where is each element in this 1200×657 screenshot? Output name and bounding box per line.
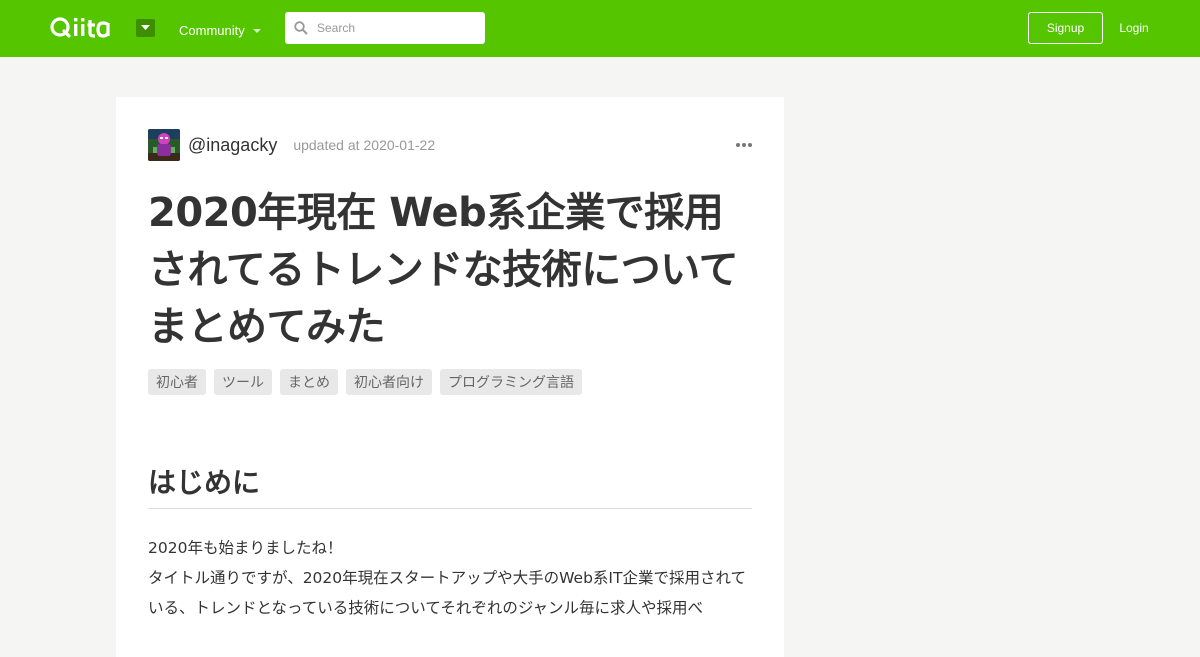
author-username[interactable]: @inagacky <box>188 135 277 156</box>
login-link[interactable]: Login <box>1108 12 1160 44</box>
avatar-image <box>148 129 180 161</box>
search-icon <box>285 12 317 44</box>
community-menu[interactable]: Community <box>179 20 261 40</box>
tag[interactable]: ツール <box>214 369 272 395</box>
article-title: 2020年現在 Web系企業で採用されてるトレンドな技術についてまとめてみた <box>148 190 739 350</box>
author-row: @inagacky updated at 2020-01-22 <box>148 129 752 161</box>
body-paragraph: タイトル通りですが、2020年現在スタートアップや大手のWeb系IT企業で採用さ… <box>148 569 747 617</box>
tag-list: 初心者 ツール まとめ 初心者向け プログラミング言語 <box>148 369 582 395</box>
logo-dropdown-button[interactable] <box>136 19 155 37</box>
caret-down-icon <box>141 25 150 30</box>
updated-date-value: 2020-01-22 <box>363 137 436 153</box>
tag[interactable]: まとめ <box>280 369 338 395</box>
tag[interactable]: 初心者 <box>148 369 206 395</box>
tag[interactable]: プログラミング言語 <box>440 369 582 395</box>
chevron-down-icon <box>252 29 261 33</box>
avatar[interactable] <box>148 129 180 161</box>
qiita-logo[interactable] <box>50 15 126 39</box>
signup-button[interactable]: Signup <box>1028 12 1103 44</box>
article-body: 2020年も始まりましたね！ タイトル通りですが、2020年現在スタートアップや… <box>148 533 752 623</box>
tag[interactable]: 初心者向け <box>346 369 432 395</box>
community-label: Community <box>179 22 245 38</box>
qiita-logo-icon <box>50 17 110 38</box>
search-input[interactable] <box>317 21 477 35</box>
updated-prefix: updated at <box>293 137 360 153</box>
top-navbar: Community Signup Login <box>0 0 1200 57</box>
more-horizontal-icon[interactable] <box>736 137 752 153</box>
section-heading: はじめに <box>148 463 752 509</box>
body-paragraph: 2020年も始まりましたね！ <box>148 539 343 557</box>
search-box[interactable] <box>285 12 485 44</box>
updated-date: updated at 2020-01-22 <box>293 137 435 153</box>
article-card: @inagacky updated at 2020-01-22 2020年現在 … <box>116 97 784 657</box>
